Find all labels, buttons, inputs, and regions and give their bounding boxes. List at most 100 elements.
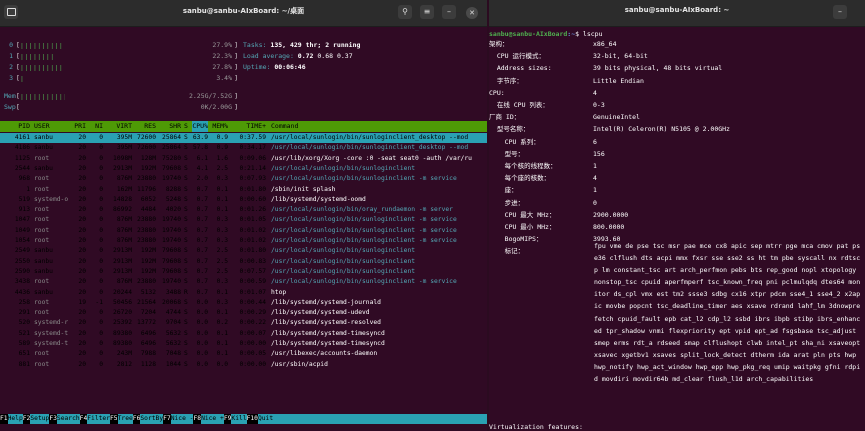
res-cell: 192M [140,164,156,172]
close-icon[interactable]: ✕ [466,7,478,19]
process-row[interactable]: 4161 sanbu 20 0 395M 72600 25864 S 63.9 0.9 0:37.5… [0,133,487,144]
col-time[interactable]: TIME+ [230,121,266,132]
process-row[interactable]: 2550 sanbu 20 0 2913M 192M 79608 S 0.7 2.5 0:00.83… [0,257,487,267]
lscpu-entry: 字节序： Little Endian [489,75,865,87]
virt-cell: 20244 [113,288,132,296]
lscpu-value: 4 [593,174,597,183]
function-key-f6[interactable]: F6SortBy [132,414,163,424]
function-key-code: F9 [223,414,232,424]
process-row[interactable]: 2549 sanbu 20 0 2913M 192M 79608 S 0.7 2.5 0:01.80… [0,246,487,256]
col-shr[interactable]: SHR [159,121,181,132]
menu-icon[interactable]: ≡ [420,5,434,19]
process-row[interactable]: 3438 root 20 0 876M 23880 19740 S 0.7 0.3 0:00.59 /… [0,277,487,287]
virt-cell: 243M [116,350,132,358]
pid-cell: 651 [18,350,30,358]
col-res[interactable]: RES [134,121,156,132]
function-key-f1[interactable]: F1Help [0,414,23,424]
command-cell: /usr/local/sunlogin/bin/oray_rundaemon -… [271,206,453,214]
lscpu-key: 型号： [489,149,525,158]
process-row[interactable]: 519 systemd-o 20 0 14828 6052 5248 S 0.7 0.1 0:00.… [0,195,487,205]
process-row[interactable]: 968 root 20 0 876M 23880 19740 S 2.0 0.3 0:07.93/u… [0,174,487,184]
function-key-f10[interactable]: F10Quit [246,414,273,424]
title-bar[interactable]: sanbu@sanbu-AIxBoard: ~ – [489,0,865,27]
shr-cell: 25864 [162,134,181,141]
shr-cell: 20068 [162,298,181,306]
col-ni[interactable]: NI [91,121,103,132]
function-key-f7[interactable]: F7Nice - [163,414,193,424]
process-row[interactable]: 4186 sanbu 20 0 395M 72600 25864 S 57.8 0.9 0:34.1… [0,143,487,153]
pri-cell: 20 [78,267,86,275]
function-key-f5[interactable]: F5Tree [110,414,133,424]
state-cell: S [184,216,188,224]
load-1: 0.72 [297,52,314,60]
function-key-label: Kill [231,415,247,422]
process-row[interactable]: 1047 root 20 0 876M 23880 19740 S 0.7 0.3 0:01.05 /… [0,215,487,225]
process-row[interactable]: 913 root 20 0 86992 4484 4020 S 0.7 0.1 0:01.26/us… [0,205,487,215]
process-row[interactable]: 291 root 20 0 26720 7204 4744 S 0.0 0.1 0:00.29/li… [0,308,487,318]
function-key-f4[interactable]: F4Filter [79,414,110,424]
function-key-code: F10 [246,414,258,424]
function-key-f2[interactable]: F2Setup [22,414,49,424]
time-cell: 0:00.07 [239,329,266,337]
col-cpu[interactable]: CPU% [192,121,208,132]
ni-cell: 0 [99,216,103,224]
minimize-icon[interactable]: – [833,5,847,19]
process-row[interactable]: 881 root 20 0 2812 1128 1044 S 0.0 0.0 0:00.00/usr… [0,360,487,370]
process-row[interactable]: 1054 root 20 0 876M 23880 19740 S 0.7 0.3 0:01.02 /… [0,236,487,246]
function-key-f9[interactable]: F9Kill [223,414,247,424]
pri-cell: 20 [78,257,86,265]
process-row[interactable]: 4436 sanbu 20 0 20244 5132 3488 R 0.7 0.1 0:01.07 h… [0,288,487,298]
process-row[interactable]: 520 systemd-r 20 0 25392 13772 9704 S 0.0 0.2 0:00… [0,318,487,328]
function-key-f3[interactable]: F3Search [49,414,80,424]
process-row[interactable]: 1049 root 20 0 876M 23880 19740 S 0.7 0.3 0:01.02 /… [0,226,487,236]
process-row[interactable]: 2590 sanbu 20 0 2913M 192M 79608 S 0.7 2.5 0:07.57… [0,267,487,277]
virt-cell: 50456 [113,298,132,306]
col-command[interactable]: Command [271,121,487,132]
state-cell: S [184,154,188,162]
user-cell: systemd-o [34,195,69,203]
search-icon[interactable]: ⚲ [398,5,412,19]
lscpu-key: 在线 CPU 列表： [489,101,549,109]
tasks-value: 135, 429 thr; 2 running [270,41,361,49]
state-cell: S [184,319,188,327]
col-mem[interactable]: MEM% [212,121,228,132]
cpu-cell: 0.0 [196,329,208,337]
col-state[interactable]: S [184,121,190,132]
process-row[interactable]: 521 systemd-t 20 0 89380 6496 5632 S 0.0 0.1 0:00.… [0,329,487,339]
virt-cell: 876M [116,216,132,224]
col-user[interactable]: USER [34,121,74,132]
load-average-line: Load average: 0.72 0.68 0.37 [243,51,353,61]
ni-cell: 0 [99,350,103,358]
col-pri[interactable]: PRI [72,121,86,132]
function-key-label: Search [56,415,80,422]
cpu-cell: 4.1 [196,164,208,172]
lscpu-key: 字节序： [489,76,523,85]
process-row[interactable]: 258 root 19 -1 50456 21564 20068 S 0.0 0.3 0:00.44… [0,298,487,308]
htop-terminal-window[interactable]: sanbu@sanbu-AIxBoard: ~/桌面 ⚲ ≡ – ✕ 0[|||… [0,0,487,431]
lscpu-entry: CPU 运行模式： 32-bit, 64-bit [489,50,865,62]
command-cell: htop [271,288,287,296]
lscpu-value: 6 [593,137,597,146]
col-virt[interactable]: VIRT [106,121,132,132]
cpu-cell: 0.0 [196,340,208,347]
shr-cell: 79608 [162,247,181,255]
time-cell: 0:00.83 [239,257,266,265]
meter-label: 2 [9,63,13,71]
process-table-header[interactable]: PID USER PRI NI VIRT RES SHR S CPU% MEM%… [0,121,487,132]
col-pid[interactable]: PID [2,121,30,132]
process-row[interactable]: 2544 sanbu 20 0 2913M 192M 79608 S 4.1 2.5 0:21.14… [0,164,487,174]
process-row[interactable]: 589 systemd-t 20 0 89380 6496 5632 S 0.0 0.1 0:00.… [0,339,487,349]
shr-cell: 5632 [165,340,181,347]
pid-cell: 589 [18,340,30,347]
process-row[interactable]: 1 root 20 0 162M 11796 8288 S 0.7 0.1 0:01.80/sbin… [0,185,487,195]
ni-cell: 0 [99,278,103,286]
function-key-f8[interactable]: F8Nice + [193,414,224,424]
user-cell: root [34,175,50,183]
lscpu-value: 1 [593,186,597,195]
mem-cell: 0.3 [216,278,228,286]
process-row[interactable]: 651 root 20 0 243M 7988 7048 S 0.0 0.1 0:00.05/usr… [0,349,487,359]
title-bar[interactable]: sanbu@sanbu-AIxBoard: ~/桌面 ⚲ ≡ – ✕ [0,0,487,27]
minimize-icon[interactable]: – [442,5,456,19]
lscpu-terminal-window[interactable]: sanbu@sanbu-AIxBoard: ~ – sanbu@sanbu-AI… [489,0,865,431]
process-row[interactable]: 1125 root 20 0 1098M 128M 75280 S 6.1 1.6 0:09.06 /… [0,154,487,164]
